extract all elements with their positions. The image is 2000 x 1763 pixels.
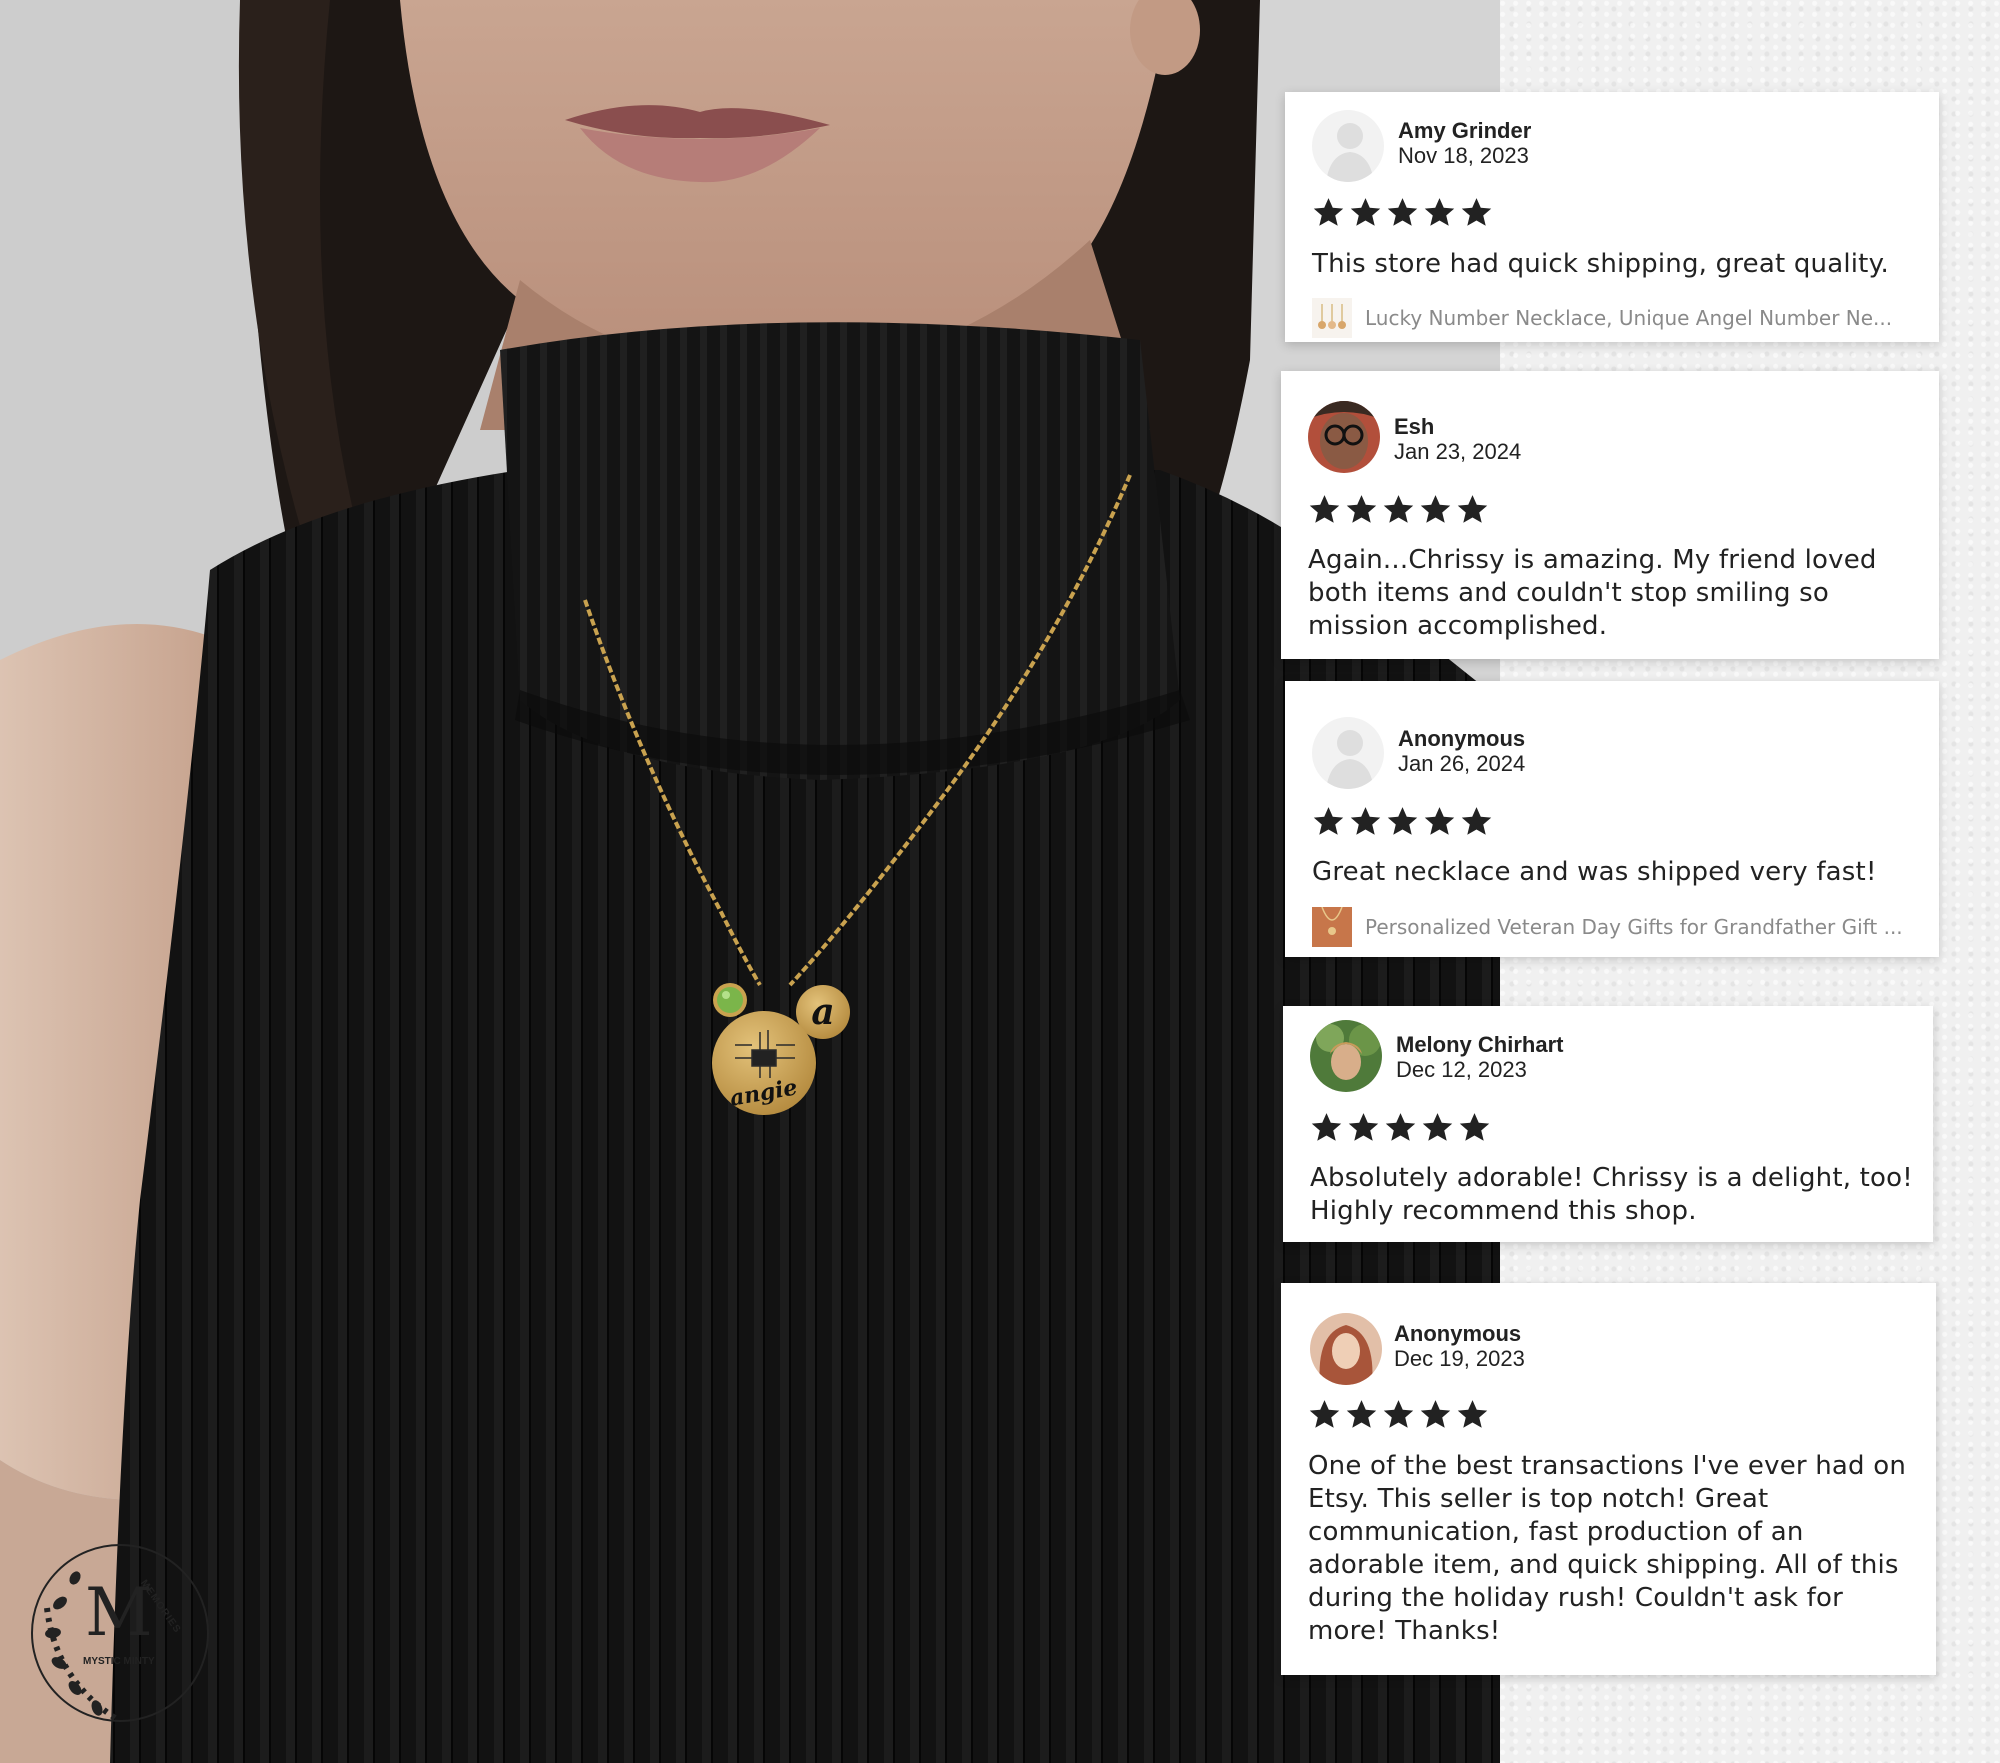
star-icon [1346, 1400, 1377, 1428]
item-link[interactable]: Lucky Number Necklace, Unique Angel Numb… [1365, 306, 1925, 330]
star-icon [1461, 807, 1492, 835]
star-icon [1313, 807, 1344, 835]
star-icon [1313, 198, 1344, 226]
default-avatar-icon [1312, 110, 1384, 182]
default-avatar-icon [1312, 717, 1384, 789]
review-card: Anonymous Jan 26, 2024 Great necklace an… [1285, 681, 1939, 957]
reviewer-avatar [1310, 1020, 1382, 1092]
star-icon [1424, 807, 1455, 835]
star-icon [1459, 1113, 1490, 1141]
logo-bottom-text: MYSTIC MINTY [83, 1656, 155, 1667]
star-icon [1346, 495, 1377, 523]
star-icon [1383, 1400, 1414, 1428]
review-date: Dec 12, 2023 [1396, 1057, 1527, 1082]
star-icon [1422, 1113, 1453, 1141]
review-text: Great necklace and was shipped very fast… [1312, 857, 1877, 887]
review-text: Absolutely adorable! Chrissy is a deligh… [1310, 1163, 1913, 1226]
star-icon [1387, 807, 1418, 835]
star-icon [1385, 1113, 1416, 1141]
star-icon [1387, 198, 1418, 226]
review-date: Jan 23, 2024 [1394, 439, 1522, 464]
reviewer-name[interactable]: Melony Chirhart [1396, 1032, 1563, 1058]
star-icon [1350, 807, 1381, 835]
review-card: Esh Jan 23, 2024 Again...Chrissy is amaz… [1281, 371, 1939, 659]
star-icon [1309, 495, 1340, 523]
initial-charm-letter: a [811, 991, 834, 1033]
star-icon [1457, 495, 1488, 523]
product-photo: a angie M MEMORIES MYSTIC MINTY [0, 0, 1500, 1763]
review-date: Nov 18, 2023 [1398, 143, 1529, 168]
review-date: Dec 19, 2023 [1394, 1346, 1525, 1371]
review-card: Anonymous Dec 19, 2023 One of the best t… [1281, 1283, 1936, 1675]
star-rating [1312, 805, 1493, 838]
star-rating [1312, 196, 1493, 229]
review-text: Again...Chrissy is amazing. My friend lo… [1308, 545, 1877, 641]
reviewer-name[interactable]: Amy Grinder [1398, 118, 1531, 144]
star-icon [1348, 1113, 1379, 1141]
star-icon [1457, 1400, 1488, 1428]
item-thumbnail[interactable] [1312, 298, 1352, 338]
star-rating [1308, 493, 1489, 526]
review-card: Melony Chirhart Dec 12, 2023 Absolutely … [1283, 1006, 1933, 1242]
review-text: This store had quick shipping, great qua… [1312, 249, 1889, 279]
star-rating [1308, 1398, 1489, 1431]
model-wearing-necklace-illustration: a angie [0, 0, 1500, 1763]
star-icon [1424, 198, 1455, 226]
item-link[interactable]: Personalized Veteran Day Gifts for Grand… [1365, 915, 1925, 939]
reviewer-avatar [1308, 401, 1380, 473]
star-icon [1383, 495, 1414, 523]
shop-logo: M MEMORIES MYSTIC MINTY [25, 1538, 215, 1728]
star-icon [1420, 1400, 1451, 1428]
review-card: Amy Grinder Nov 18, 2023 This store had … [1285, 92, 1939, 342]
reviewer-name[interactable]: Esh [1394, 414, 1434, 440]
star-icon [1461, 198, 1492, 226]
item-thumbnail[interactable] [1312, 907, 1352, 947]
star-icon [1350, 198, 1381, 226]
reviewer-name[interactable]: Anonymous [1398, 726, 1525, 752]
review-text: One of the best transactions I've ever h… [1308, 1451, 1907, 1646]
reviewer-name[interactable]: Anonymous [1394, 1321, 1521, 1347]
star-icon [1311, 1113, 1342, 1141]
star-rating [1310, 1111, 1491, 1144]
review-date: Jan 26, 2024 [1398, 751, 1526, 776]
reviewer-avatar [1310, 1313, 1382, 1385]
star-icon [1420, 495, 1451, 523]
star-icon [1309, 1400, 1340, 1428]
